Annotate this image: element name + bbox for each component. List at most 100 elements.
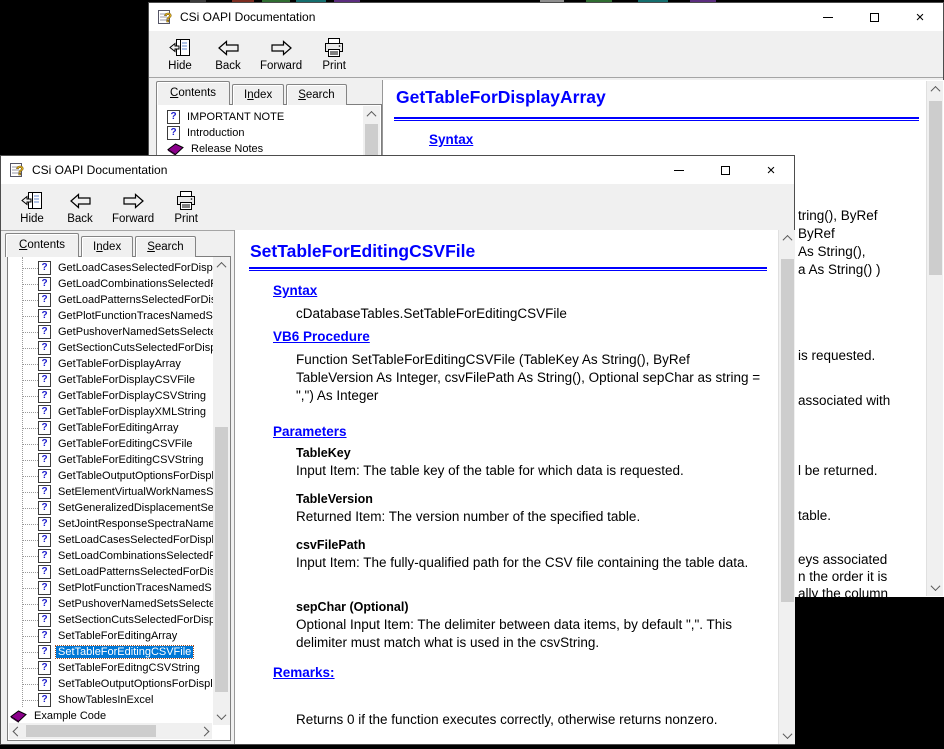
- param-desc: Returned Item: The version number of the…: [296, 508, 770, 526]
- content-scrollbar[interactable]: [926, 81, 943, 596]
- print-button[interactable]: Print: [315, 35, 353, 73]
- clipped-text: is requested.: [798, 347, 875, 365]
- help-topic-icon: ?: [38, 597, 51, 611]
- vb6-heading: VB6 Procedure: [273, 329, 370, 344]
- tree-item[interactable]: ?SetTableOutputOptionsForDispl: [8, 676, 213, 692]
- tree-item[interactable]: ?GetTableForDisplayCSVFile: [8, 372, 213, 388]
- tree-item[interactable]: ?GetLoadCombinationsSelectedF: [8, 276, 213, 292]
- print-button[interactable]: Print: [167, 188, 205, 226]
- vb6-body: Function SetTableForEditingCSVFile (Tabl…: [296, 351, 770, 405]
- minimize-button[interactable]: [656, 156, 702, 184]
- help-topic-icon: ?: [38, 341, 51, 355]
- tree-item[interactable]: ?GetTableForDisplayCSVString: [8, 388, 213, 404]
- scroll-left-button[interactable]: [9, 723, 25, 739]
- tree-item[interactable]: ?ShowTablesInExcel: [8, 692, 213, 708]
- scroll-thumb[interactable]: [929, 101, 942, 275]
- tree-item[interactable]: ?GetTableForDisplayArray: [8, 356, 213, 372]
- tree-hscrollbar[interactable]: [9, 723, 212, 739]
- close-button[interactable]: ×: [748, 156, 794, 184]
- hide-button[interactable]: Hide: [13, 188, 51, 226]
- tree-item[interactable]: ? Introduction: [167, 125, 381, 141]
- scroll-up-button[interactable]: [213, 257, 230, 274]
- help-topic-icon: ?: [38, 501, 51, 515]
- tree-item[interactable]: ?SetGeneralizedDisplacementSe: [8, 500, 213, 516]
- tree-item[interactable]: ?GetPlotFunctionTracesNamedS: [8, 308, 213, 324]
- scroll-thumb[interactable]: [781, 259, 794, 602]
- scroll-right-button[interactable]: [196, 723, 212, 739]
- svg-text:?: ?: [164, 10, 172, 25]
- help-topic-icon: ?: [38, 565, 51, 579]
- tree-item[interactable]: ?SetSectionCutsSelectedForDisp: [8, 612, 213, 628]
- tree-vscrollbar[interactable]: [213, 257, 230, 725]
- title-rule: [249, 267, 767, 271]
- help-topic-icon: ?: [38, 517, 51, 531]
- help-topic-icon: ?: [38, 277, 51, 291]
- tree-item[interactable]: ?GetTableForEditingCSVString: [8, 452, 213, 468]
- back-arrow-icon: [217, 36, 240, 60]
- help-topic-icon: ?: [38, 373, 51, 387]
- hide-label: Hide: [168, 60, 192, 72]
- window-title: CSi OAPI Documentation: [32, 163, 167, 177]
- forward-label: Forward: [112, 213, 154, 225]
- tree-item[interactable]: ?GetLoadPatternsSelectedForDis: [8, 292, 213, 308]
- scroll-thumb[interactable]: [215, 427, 228, 692]
- tree-item[interactable]: ?SetLoadPatternsSelectedForDis: [8, 564, 213, 580]
- tree-item[interactable]: ?GetTableForEditingCSVFile: [8, 436, 213, 452]
- scroll-thumb[interactable]: [26, 725, 156, 737]
- clipped-text: a As String() ): [798, 261, 881, 279]
- tab-contents[interactable]: Contents: [156, 81, 230, 105]
- back-button[interactable]: Back: [209, 35, 247, 73]
- tab-contents[interactable]: Contents: [5, 233, 79, 257]
- scroll-down-button[interactable]: [779, 727, 795, 744]
- help-topic-icon: ?: [167, 126, 180, 140]
- tree-item[interactable]: ?SetLoadCasesSelectedForDispl: [8, 532, 213, 548]
- tab-search[interactable]: Search: [135, 236, 195, 257]
- tree-item[interactable]: ?SetTableForEditingArray: [8, 628, 213, 644]
- param-name: TableKey: [296, 446, 351, 460]
- hide-button[interactable]: Hide: [161, 35, 199, 73]
- print-icon: [322, 36, 346, 60]
- maximize-button[interactable]: [851, 3, 897, 31]
- tree-item[interactable]: ?SetPlotFunctionTracesNamedS: [8, 580, 213, 596]
- forward-button[interactable]: Forward: [257, 35, 305, 73]
- tab-index[interactable]: Index: [81, 236, 133, 257]
- tree-item[interactable]: ?GetTableOutputOptionsForDispl: [8, 468, 213, 484]
- close-button[interactable]: ×: [897, 3, 943, 31]
- clipped-text: As String(),: [798, 243, 866, 261]
- tab-index[interactable]: Index: [232, 84, 284, 105]
- help-topic-icon: ?: [38, 469, 51, 483]
- help-topic-icon: ?: [38, 325, 51, 339]
- tree-item[interactable]: ?SetJointResponseSpectraName: [8, 516, 213, 532]
- scroll-up-button[interactable]: [779, 230, 795, 247]
- back-tabbar: Contents Index Search: [156, 81, 349, 105]
- tree-item[interactable]: ?SetElementVirtualWorkNamesS: [8, 484, 213, 500]
- scroll-up-button[interactable]: [363, 106, 380, 123]
- maximize-button[interactable]: [702, 156, 748, 184]
- forward-arrow-icon: [122, 189, 145, 213]
- scroll-down-button[interactable]: [927, 579, 944, 596]
- tree-item[interactable]: ?GetPushoverNamedSetsSelecte: [8, 324, 213, 340]
- tree-item[interactable]: ? IMPORTANT NOTE: [167, 109, 381, 125]
- close-icon: ×: [767, 163, 776, 178]
- tree-item[interactable]: ?SetTableForEditngCSVString: [8, 660, 213, 676]
- back-button[interactable]: Back: [61, 188, 99, 226]
- tree-item[interactable]: ?GetLoadCasesSelectedForDispl: [8, 260, 213, 276]
- forward-arrow-icon: [270, 36, 293, 60]
- content-scrollbar[interactable]: [778, 230, 795, 744]
- scroll-up-button[interactable]: [927, 81, 944, 98]
- help-topic-icon: ?: [38, 405, 51, 419]
- tree-item[interactable]: ?SetPushoverNamedSetsSelecte: [8, 596, 213, 612]
- forward-button[interactable]: Forward: [109, 188, 157, 226]
- scroll-down-button[interactable]: [213, 708, 230, 725]
- back-toolbar: Hide Back Forward Print: [149, 31, 943, 78]
- minimize-button[interactable]: [805, 3, 851, 31]
- tree-item[interactable]: ?GetTableForEditingArray: [8, 420, 213, 436]
- tree-item[interactable]: ?GetTableForDisplayXMLString: [8, 404, 213, 420]
- tab-search[interactable]: Search: [286, 84, 346, 105]
- tree-item[interactable]: ?SetLoadCombinationsSelectedF: [8, 548, 213, 564]
- tree-item-selected[interactable]: ?SetTableForEditingCSVFile: [8, 644, 213, 660]
- clipped-text: tring(), ByRef: [798, 207, 878, 225]
- tree-item[interactable]: Example Code: [8, 708, 213, 724]
- parameters-heading: Parameters: [273, 424, 347, 439]
- tree-item[interactable]: ?GetSectionCutsSelectedForDisp: [8, 340, 213, 356]
